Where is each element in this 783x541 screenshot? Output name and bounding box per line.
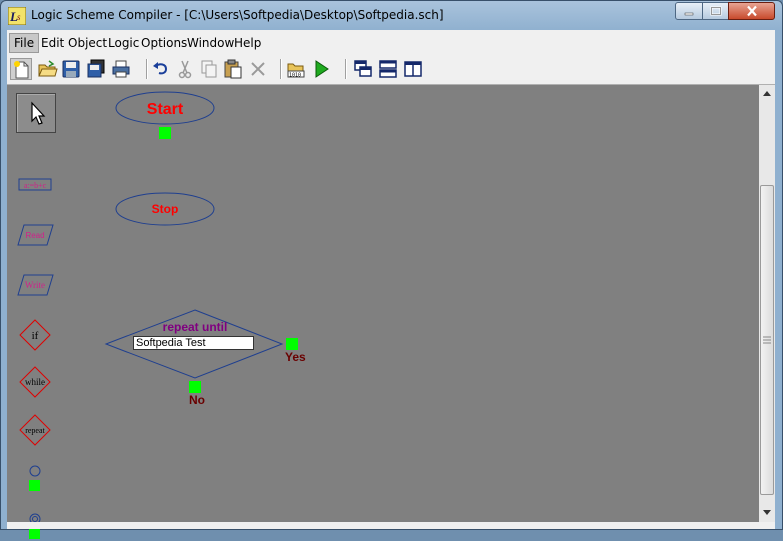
open-button[interactable] bbox=[36, 58, 58, 80]
minimize-button[interactable] bbox=[675, 2, 703, 20]
decision-title: repeat until bbox=[163, 320, 228, 334]
new-icon bbox=[14, 61, 29, 79]
tile-horizontal-button[interactable] bbox=[377, 58, 399, 80]
copy-button[interactable] bbox=[198, 58, 220, 80]
decision-condition-input[interactable] bbox=[133, 336, 254, 350]
svg-text:1010: 1010 bbox=[289, 73, 301, 79]
paste-icon bbox=[224, 59, 242, 79]
yes-branch-label: Yes bbox=[285, 350, 306, 364]
start-label: Start bbox=[147, 101, 184, 118]
title-bar[interactable]: L s Logic Scheme Compiler - [C:\Users\So… bbox=[1, 1, 782, 31]
while-block-label: while bbox=[25, 377, 45, 387]
cascade-icon bbox=[354, 60, 372, 77]
open-icon bbox=[38, 60, 58, 77]
toolbar-separator bbox=[280, 59, 282, 79]
app-logo-icon: L s bbox=[8, 7, 26, 25]
assign-block-label: a:=b+c bbox=[24, 181, 47, 190]
start-block[interactable]: Start bbox=[115, 91, 215, 125]
no-output-port[interactable] bbox=[189, 381, 201, 393]
copy-icon bbox=[201, 60, 217, 78]
print-button[interactable] bbox=[110, 58, 132, 80]
minimize-icon bbox=[684, 12, 694, 16]
status-bar bbox=[7, 522, 775, 529]
delete-icon bbox=[251, 62, 265, 76]
maximize-button[interactable] bbox=[702, 2, 729, 20]
while-block-icon: while bbox=[19, 366, 51, 398]
start-output-port[interactable] bbox=[159, 127, 171, 139]
menu-help[interactable]: Help bbox=[230, 34, 265, 52]
if-block-icon: if bbox=[19, 319, 51, 351]
print-icon bbox=[112, 60, 130, 78]
tile-horizontal-icon bbox=[379, 60, 397, 78]
pointer-icon bbox=[31, 101, 46, 125]
cut-button[interactable] bbox=[174, 58, 196, 80]
window-title: Logic Scheme Compiler - [C:\Users\Softpe… bbox=[31, 8, 444, 22]
save-icon bbox=[62, 60, 80, 78]
tile-vertical-button[interactable] bbox=[402, 58, 424, 80]
repeat-block[interactable]: repeat bbox=[13, 413, 57, 447]
write-block[interactable]: Write bbox=[13, 273, 57, 297]
pointer-tool[interactable] bbox=[16, 93, 56, 133]
scroll-up-icon[interactable] bbox=[762, 89, 772, 97]
close-icon bbox=[746, 5, 757, 17]
yes-output-port[interactable] bbox=[286, 338, 298, 350]
save-all-icon bbox=[87, 59, 105, 78]
connector-block[interactable] bbox=[13, 465, 57, 493]
client-area: File Edit Object Logic Options Window He… bbox=[7, 30, 775, 539]
save-all-button[interactable] bbox=[85, 58, 107, 80]
read-block-icon: Read bbox=[17, 224, 54, 246]
write-block-icon: Write bbox=[17, 274, 54, 296]
delete-button[interactable] bbox=[247, 58, 269, 80]
repeat-block-label: repeat bbox=[25, 426, 45, 435]
close-button[interactable] bbox=[728, 2, 775, 20]
assign-block[interactable]: a:=b+c bbox=[13, 178, 57, 192]
menu-bar: File Edit Object Logic Options Window He… bbox=[7, 30, 775, 54]
read-block[interactable]: Read bbox=[13, 223, 57, 247]
if-block-label: if bbox=[32, 330, 39, 342]
svg-text:s: s bbox=[17, 12, 21, 22]
block-palette: a:=b+c Read Write if while repeat bbox=[7, 85, 63, 539]
toolbar: 1010 bbox=[7, 54, 775, 85]
scheme-canvas[interactable]: Start Stop repeat until Yes No bbox=[63, 85, 759, 522]
paste-button[interactable] bbox=[222, 58, 244, 80]
cut-icon bbox=[178, 60, 192, 79]
scroll-down-icon[interactable] bbox=[762, 509, 772, 517]
stop-block[interactable]: Stop bbox=[115, 192, 215, 226]
read-block-label: Read bbox=[25, 231, 44, 240]
write-block-label: Write bbox=[25, 280, 45, 290]
grip-icon bbox=[763, 336, 771, 344]
connector-icon bbox=[29, 465, 41, 491]
repeat-block-icon: repeat bbox=[19, 414, 51, 446]
assign-block-icon: a:=b+c bbox=[18, 178, 52, 191]
scheme-drawing: Start Stop repeat until bbox=[104, 91, 298, 393]
toolbar-separator bbox=[146, 59, 148, 79]
if-block[interactable]: if bbox=[13, 318, 57, 352]
tile-vertical-icon bbox=[404, 61, 422, 77]
run-icon bbox=[315, 60, 329, 78]
compile-button[interactable]: 1010 bbox=[285, 58, 307, 80]
no-branch-label: No bbox=[189, 393, 205, 407]
vertical-scrollbar[interactable] bbox=[759, 85, 775, 522]
save-button[interactable] bbox=[60, 58, 82, 80]
cascade-button[interactable] bbox=[352, 58, 374, 80]
compile-icon: 1010 bbox=[287, 63, 305, 79]
stop-label: Stop bbox=[152, 202, 179, 216]
toolbar-separator bbox=[345, 59, 347, 79]
scrollbar-thumb[interactable] bbox=[760, 185, 774, 495]
run-button[interactable] bbox=[310, 58, 332, 80]
undo-icon bbox=[153, 62, 168, 75]
restore-icon bbox=[710, 6, 721, 16]
while-block[interactable]: while bbox=[13, 365, 57, 399]
undo-button[interactable] bbox=[150, 58, 172, 80]
new-button[interactable] bbox=[10, 58, 32, 80]
menu-file[interactable]: File bbox=[9, 33, 40, 53]
